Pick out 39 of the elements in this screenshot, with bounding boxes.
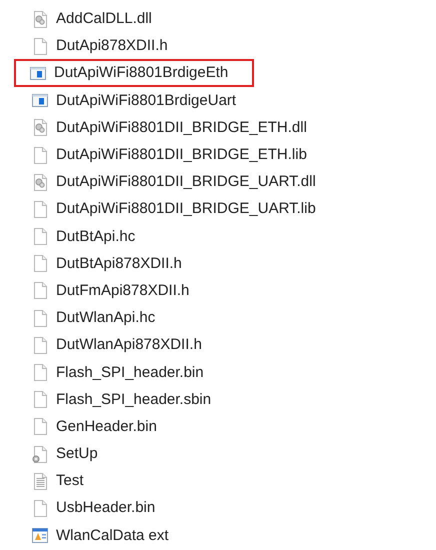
file-name[interactable]: DutWlanApi.hc	[56, 309, 156, 326]
file-icon	[32, 227, 48, 246]
file-icon	[32, 363, 48, 382]
file-name[interactable]: AddCalDLL.dll	[56, 10, 152, 28]
file-name[interactable]: DutWlanApi878XDII.h	[56, 336, 202, 354]
file-icon	[32, 498, 48, 517]
file-name[interactable]: Flash_SPI_header.bin	[56, 364, 204, 381]
gear-file-icon	[32, 10, 48, 28]
file-icon	[32, 336, 48, 354]
file-name[interactable]: DutApiWiFi8801DII_BRIDGE_ETH.lib	[56, 146, 307, 164]
file-name[interactable]: DutFmApi878XDII.h	[56, 282, 190, 299]
file-name[interactable]: DutApiWiFi8801DII_BRIDGE_UART.lib	[56, 200, 316, 218]
window-icon	[32, 91, 48, 110]
file-name[interactable]: DutBtApi878XDII.h	[56, 254, 182, 272]
file-name[interactable]: DutBtApi.hc	[56, 228, 136, 245]
gear-file-icon	[32, 172, 48, 191]
file-icon	[32, 281, 48, 300]
file-icon	[32, 390, 48, 408]
file-icon	[32, 200, 48, 218]
file-icon	[32, 36, 48, 55]
text-file-icon	[32, 472, 48, 490]
file-name[interactable]: Test	[56, 472, 84, 490]
file-name[interactable]: GenHeader.bin	[56, 418, 157, 435]
file-icon	[32, 417, 48, 436]
gear-file-icon	[32, 118, 48, 136]
file-name[interactable]: Flash_SPI_header.sbin	[56, 390, 212, 408]
file-name[interactable]: SetUp	[56, 445, 98, 462]
picture-file-icon	[32, 526, 48, 544]
file-name[interactable]: DutApiWiFi8801BrdigeUart	[56, 92, 236, 109]
file-icon	[32, 308, 48, 327]
file-name[interactable]: WlanCalData ext	[56, 526, 169, 544]
file-name[interactable]: DutApiWiFi8801DII_BRIDGE_UART.dll	[56, 173, 316, 190]
gear-file-icon	[32, 444, 48, 463]
file-name[interactable]: DutApiWiFi8801DII_BRIDGE_ETH.dll	[56, 118, 307, 136]
file-name[interactable]: DutApiWiFi8801BrdigeEth	[54, 64, 228, 82]
file-name[interactable]: DutApi878XDII.h	[56, 37, 168, 54]
file-name[interactable]: UsbHeader.bin	[56, 499, 156, 516]
file-icon	[32, 254, 48, 272]
file-icon	[32, 146, 48, 164]
